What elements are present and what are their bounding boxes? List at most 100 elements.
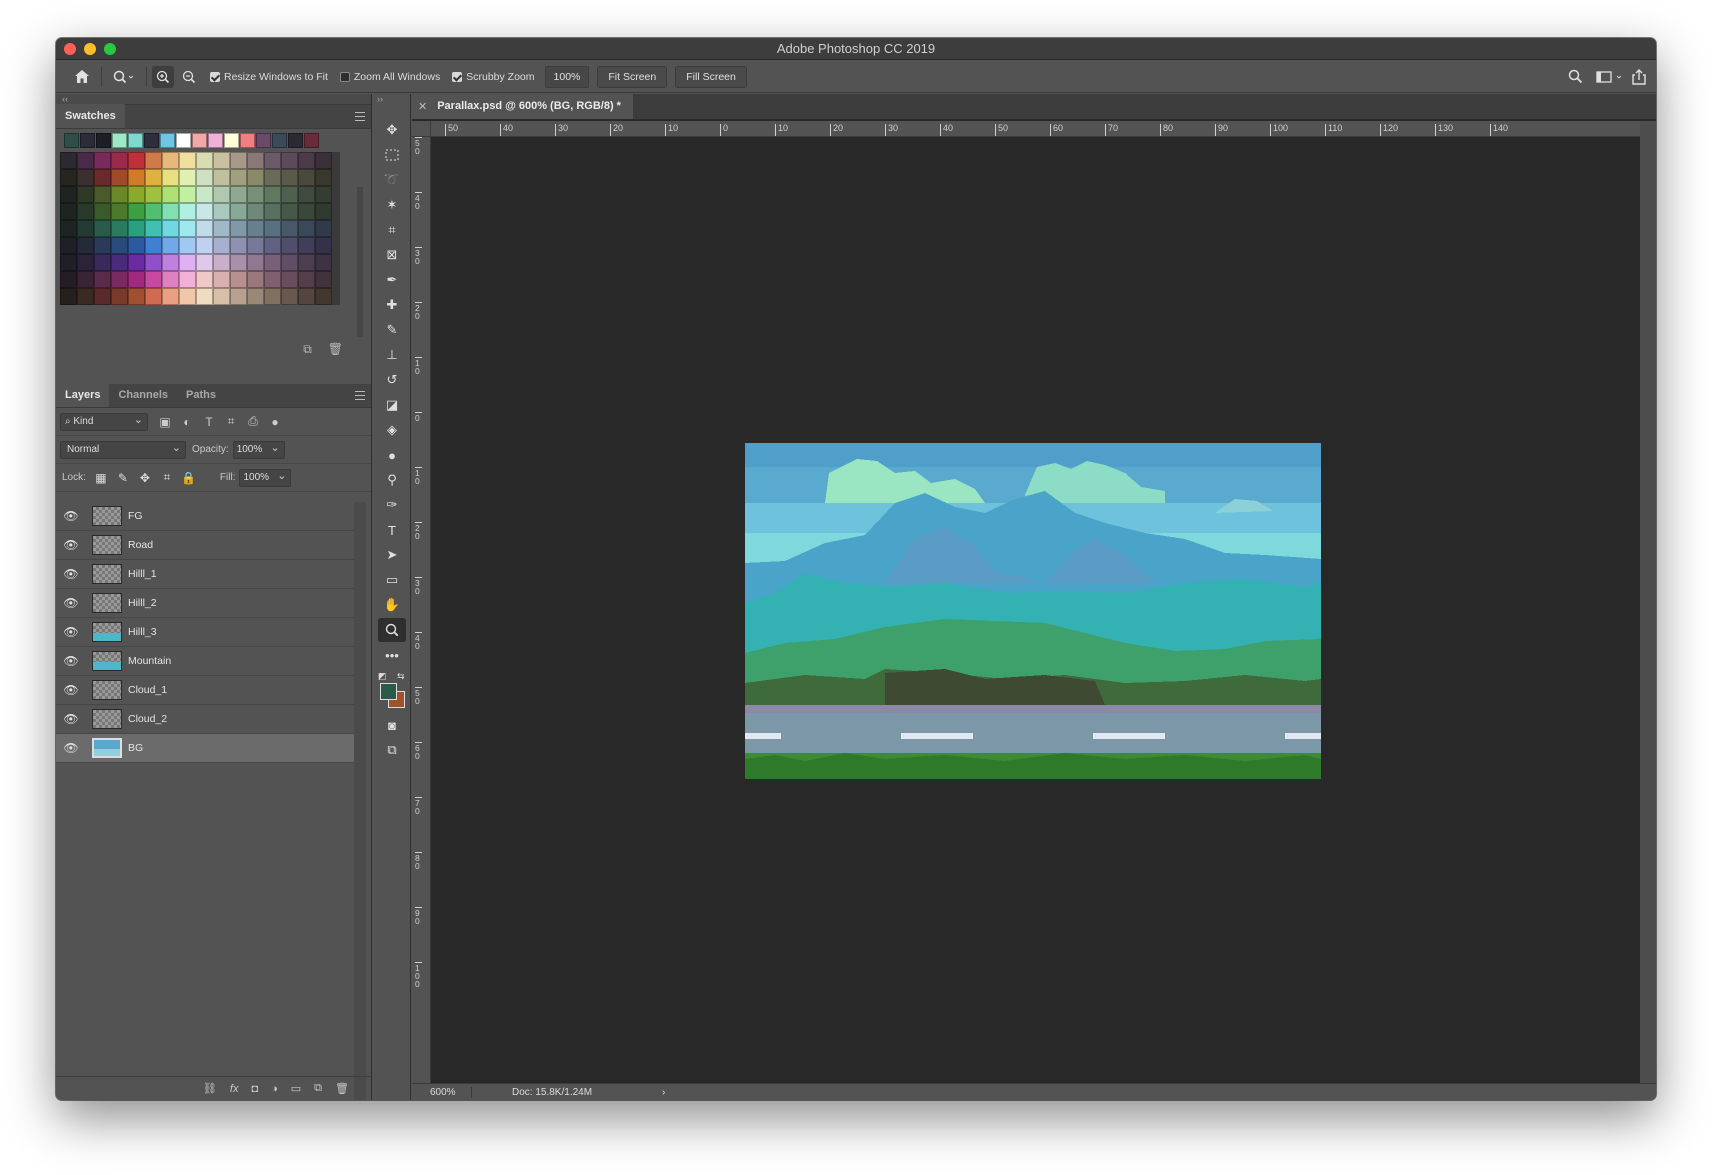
recent-swatch[interactable] bbox=[144, 133, 159, 148]
color-swatch[interactable] bbox=[247, 169, 264, 186]
marquee-tool-icon[interactable] bbox=[378, 143, 406, 167]
color-swatch[interactable] bbox=[230, 152, 247, 169]
hand-tool-icon[interactable]: ✋ bbox=[378, 593, 406, 617]
layer-row[interactable]: 👁 Hilll_1 bbox=[56, 560, 354, 589]
color-swatch[interactable] bbox=[264, 237, 281, 254]
color-swatch[interactable] bbox=[145, 254, 162, 271]
layer-row[interactable]: 👁 Cloud_2 bbox=[56, 705, 354, 734]
color-swatch[interactable] bbox=[128, 186, 145, 203]
color-swatch[interactable] bbox=[77, 203, 94, 220]
color-swatch[interactable] bbox=[298, 152, 315, 169]
color-swatch[interactable] bbox=[230, 169, 247, 186]
color-swatch[interactable] bbox=[111, 203, 128, 220]
recent-swatch[interactable] bbox=[256, 133, 271, 148]
color-swatch[interactable] bbox=[179, 237, 196, 254]
recent-swatch[interactable] bbox=[128, 133, 143, 148]
color-swatch[interactable] bbox=[196, 271, 213, 288]
color-swatch[interactable] bbox=[94, 220, 111, 237]
color-swatch[interactable] bbox=[247, 152, 264, 169]
new-swatch-icon[interactable]: ⧉ bbox=[303, 342, 312, 357]
color-swatch[interactable] bbox=[315, 254, 332, 271]
recent-swatch[interactable] bbox=[240, 133, 255, 148]
color-swatch[interactable] bbox=[77, 271, 94, 288]
color-swatch[interactable] bbox=[264, 254, 281, 271]
color-swatch[interactable] bbox=[145, 203, 162, 220]
brush-tool-icon[interactable]: ✎ bbox=[378, 318, 406, 342]
color-swatch[interactable] bbox=[60, 152, 77, 169]
color-swatch[interactable] bbox=[94, 254, 111, 271]
color-swatch[interactable] bbox=[298, 203, 315, 220]
color-swatch[interactable] bbox=[281, 237, 298, 254]
color-swatch[interactable] bbox=[179, 169, 196, 186]
recent-swatch[interactable] bbox=[80, 133, 95, 148]
color-swatch[interactable] bbox=[298, 186, 315, 203]
recent-swatch[interactable] bbox=[64, 133, 79, 148]
color-swatch[interactable] bbox=[213, 186, 230, 203]
color-swatch[interactable] bbox=[213, 203, 230, 220]
color-swatch[interactable] bbox=[162, 288, 179, 305]
default-colors-icon[interactable]: ◩ bbox=[378, 671, 387, 682]
document-tab[interactable]: ✕ Parallax.psd @ 600% (BG, RGB/8) * bbox=[412, 93, 633, 119]
color-swatch[interactable] bbox=[111, 220, 128, 237]
color-swatch[interactable] bbox=[162, 186, 179, 203]
color-swatch[interactable] bbox=[264, 203, 281, 220]
color-swatch[interactable] bbox=[213, 288, 230, 305]
color-swatch[interactable] bbox=[298, 220, 315, 237]
color-swatch[interactable] bbox=[230, 237, 247, 254]
visibility-eye-icon[interactable]: 👁 bbox=[56, 538, 86, 552]
color-swatch[interactable] bbox=[247, 254, 264, 271]
lock-transparent-icon[interactable]: ▦ bbox=[90, 471, 112, 485]
layer-row[interactable]: 👁 Hilll_3 bbox=[56, 618, 354, 647]
color-swatch[interactable] bbox=[128, 237, 145, 254]
color-swatch[interactable] bbox=[281, 186, 298, 203]
color-swatch[interactable] bbox=[145, 186, 162, 203]
color-swatch[interactable] bbox=[111, 237, 128, 254]
visibility-eye-icon[interactable]: 👁 bbox=[56, 509, 86, 523]
color-swatch[interactable] bbox=[281, 288, 298, 305]
fit-screen-button[interactable]: Fit Screen bbox=[597, 65, 668, 88]
eraser-tool-icon[interactable]: ◪ bbox=[378, 393, 406, 417]
quick-mask-icon[interactable]: ◙ bbox=[378, 713, 406, 737]
expand-toolbar-icon[interactable]: ›› bbox=[373, 94, 410, 105]
frame-tool-icon[interactable]: ⊠ bbox=[378, 243, 406, 267]
vertical-ruler[interactable]: 50 40 30 20 10 0 10 20 30 40 50 60 70 80 90 100 bbox=[412, 137, 431, 1083]
color-swatch[interactable] bbox=[128, 169, 145, 186]
color-swatch[interactable] bbox=[162, 152, 179, 169]
color-swatch[interactable] bbox=[213, 152, 230, 169]
lock-position-icon[interactable]: ✥ bbox=[134, 471, 156, 485]
color-swatch[interactable] bbox=[264, 186, 281, 203]
tab-swatches[interactable]: Swatches bbox=[56, 104, 125, 128]
zoom-out-icon[interactable] bbox=[178, 66, 200, 88]
color-swatch[interactable] bbox=[196, 152, 213, 169]
color-swatch[interactable] bbox=[264, 288, 281, 305]
color-swatch[interactable] bbox=[128, 203, 145, 220]
pixel-layer-filter-icon[interactable]: ▣ bbox=[154, 415, 176, 429]
color-swatch[interactable] bbox=[213, 254, 230, 271]
color-swatch[interactable] bbox=[77, 288, 94, 305]
recent-swatch[interactable] bbox=[224, 133, 239, 148]
color-swatch[interactable] bbox=[281, 169, 298, 186]
status-menu-arrow-icon[interactable]: › bbox=[662, 1087, 665, 1098]
color-swatch[interactable] bbox=[60, 254, 77, 271]
color-swatch[interactable] bbox=[60, 220, 77, 237]
tab-layers[interactable]: Layers bbox=[56, 383, 110, 407]
color-swatch[interactable] bbox=[145, 169, 162, 186]
color-swatch[interactable] bbox=[162, 203, 179, 220]
layers-scrollbar[interactable] bbox=[354, 502, 366, 1100]
color-swatch[interactable] bbox=[128, 152, 145, 169]
dodge-tool-icon[interactable]: ⚲ bbox=[378, 468, 406, 492]
color-swatch[interactable] bbox=[60, 288, 77, 305]
color-swatch[interactable] bbox=[196, 220, 213, 237]
path-selection-tool-icon[interactable]: ➤ bbox=[378, 543, 406, 567]
color-swatch[interactable] bbox=[94, 152, 111, 169]
zoom-all-windows-checkbox[interactable]: Zoom All Windows bbox=[339, 71, 440, 83]
color-swatch[interactable] bbox=[315, 220, 332, 237]
color-swatch[interactable] bbox=[77, 237, 94, 254]
recent-swatch[interactable] bbox=[208, 133, 223, 148]
recent-swatch[interactable] bbox=[176, 133, 191, 148]
color-swatch[interactable] bbox=[60, 271, 77, 288]
color-swatch[interactable] bbox=[247, 237, 264, 254]
color-swatch[interactable] bbox=[315, 186, 332, 203]
tab-channels[interactable]: Channels bbox=[109, 383, 177, 407]
recent-swatch[interactable] bbox=[192, 133, 207, 148]
